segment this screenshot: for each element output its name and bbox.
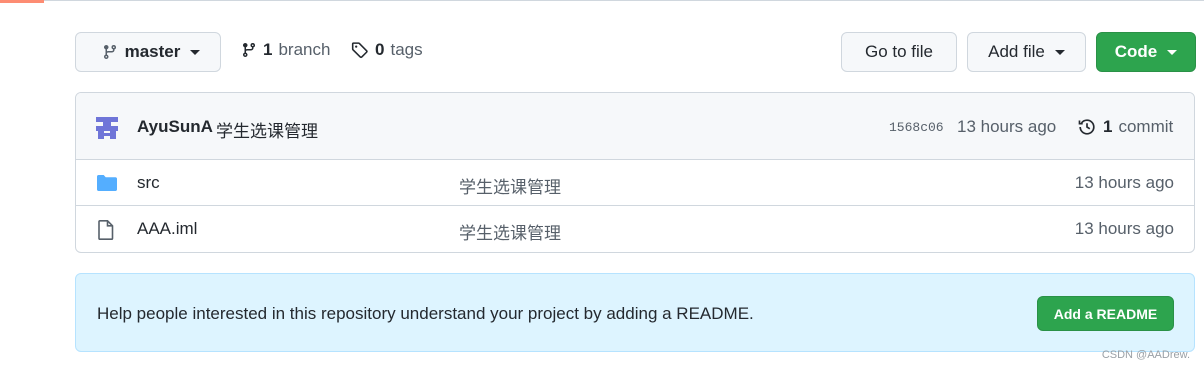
file-commit-message[interactable]: 学生选课管理 — [459, 219, 561, 244]
header-divider — [0, 0, 1204, 1]
tags-count: 0 — [375, 40, 385, 59]
history-icon — [1078, 119, 1095, 135]
code-label: Code — [1114, 42, 1158, 61]
branches-link[interactable]: 1 branch — [241, 40, 330, 60]
branches-count: 1 — [263, 40, 273, 59]
add-readme-label: Add a README — [1053, 305, 1158, 322]
readme-prompt-banner: Help people interested in this repositor… — [75, 273, 1195, 352]
commit-history-link[interactable]: 1 commit — [1077, 117, 1173, 137]
table-row: AAA.iml 学生选课管理 13 hours ago — [76, 206, 1194, 252]
commit-author[interactable]: AyuSunA — [137, 117, 213, 137]
file-commit-message[interactable]: 学生选课管理 — [459, 173, 561, 198]
table-row: src 学生选课管理 13 hours ago — [76, 160, 1194, 206]
avatar[interactable] — [93, 114, 121, 142]
readme-prompt-text: Help people interested in this repositor… — [97, 304, 754, 323]
git-branch-icon — [242, 43, 255, 58]
code-button[interactable]: Code — [1096, 32, 1196, 72]
commit-time: 13 hours ago — [957, 117, 1057, 136]
go-to-file-button[interactable]: Go to file — [841, 32, 957, 72]
file-name[interactable]: src — [137, 173, 160, 193]
commit-sha[interactable]: 1568c06 — [889, 120, 944, 135]
chevron-down-icon — [190, 49, 201, 55]
add-file-button[interactable]: Add file — [967, 32, 1086, 72]
add-readme-button[interactable]: Add a README — [1037, 296, 1174, 331]
go-to-file-label: Go to file — [864, 42, 934, 61]
folder-icon — [97, 175, 117, 191]
branch-name: master — [124, 42, 181, 61]
file-icon — [98, 220, 114, 240]
commit-message[interactable]: 学生选课管理 — [216, 117, 318, 142]
commit-count: 1 — [1103, 117, 1113, 136]
file-commit-time: 13 hours ago — [1074, 173, 1174, 192]
latest-commit-bar: AyuSunA 学生选课管理 1568c06 13 hours ago 1 co… — [76, 93, 1194, 160]
branch-select-button[interactable]: master — [75, 32, 221, 72]
git-branch-icon — [103, 45, 116, 60]
watermark: CSDN @AADrew. — [1101, 349, 1190, 361]
chevron-down-icon — [1167, 49, 1178, 55]
commit-label: commit — [1118, 117, 1174, 136]
file-list: AyuSunA 学生选课管理 1568c06 13 hours ago 1 co… — [75, 92, 1195, 253]
active-tab-underline — [0, 0, 44, 3]
branches-label: branch — [278, 40, 331, 59]
chevron-down-icon — [1054, 49, 1065, 55]
tags-link[interactable]: 0 tags — [351, 40, 423, 60]
add-file-label: Add file — [988, 42, 1045, 61]
file-name[interactable]: AAA.iml — [137, 219, 197, 239]
tag-icon — [351, 42, 368, 59]
tags-label: tags — [390, 40, 423, 59]
file-commit-time: 13 hours ago — [1074, 219, 1174, 238]
